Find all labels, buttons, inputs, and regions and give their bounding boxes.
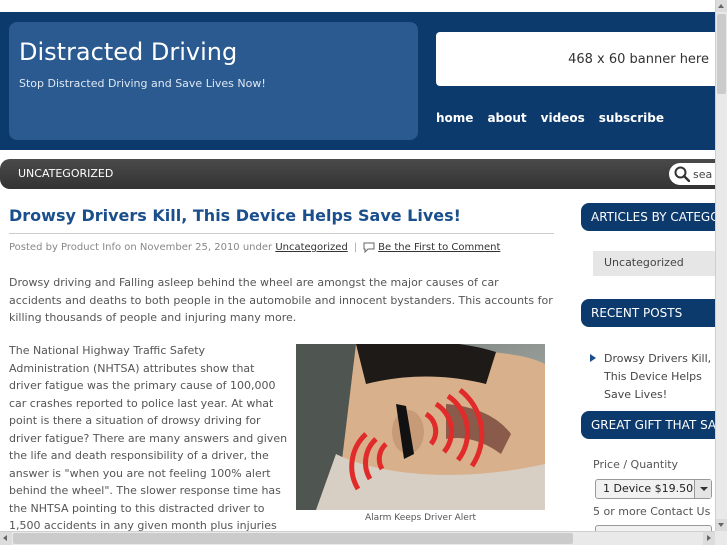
ad-banner[interactable]: 468 x 60 banner here <box>436 32 715 86</box>
scrollbar-corner <box>715 531 727 545</box>
driver-photo-illustration <box>296 344 545 510</box>
vertical-scrollbar[interactable] <box>715 0 727 531</box>
logo-box[interactable]: Distracted Driving Stop Distracted Drivi… <box>9 22 418 140</box>
horizontal-scroll-thumb[interactable] <box>13 533 573 544</box>
scroll-down-arrow-icon[interactable] <box>716 519 727 531</box>
scroll-up-arrow-icon[interactable] <box>716 0 727 12</box>
scroll-right-arrow-icon[interactable] <box>703 532 715 545</box>
image-caption: Alarm Keeps Driver Alert <box>364 513 477 523</box>
vertical-scroll-thumb[interactable] <box>717 14 726 94</box>
site-tagline: Stop Distracted Driving and Save Lives N… <box>19 77 266 90</box>
post-meta: Posted by Product Info on November 25, 2… <box>9 242 500 253</box>
price-selected-value: 1 Device $19.50 <box>603 482 694 495</box>
nav-videos[interactable]: videos <box>541 111 585 125</box>
scroll-left-arrow-icon[interactable] <box>0 532 12 545</box>
title-divider <box>9 233 554 234</box>
price-quantity-select[interactable]: 1 Device $19.50 <box>595 479 712 499</box>
search-icon[interactable] <box>674 166 690 182</box>
chevron-down-icon[interactable] <box>694 480 711 498</box>
price-quantity-label: Price / Quantity <box>593 458 679 471</box>
search-box[interactable] <box>669 163 715 185</box>
contact-label: 5 or more Contact Us <box>593 505 711 518</box>
top-nav: home about videos subscribe <box>436 111 664 125</box>
post-image-driver-yawning[interactable] <box>296 344 545 510</box>
recent-post-link[interactable]: Drowsy Drivers Kill, This Device Helps S… <box>590 350 715 404</box>
banner-text: 468 x 60 banner here <box>568 52 709 67</box>
search-input[interactable] <box>693 166 715 182</box>
bullet-arrow-icon <box>590 354 596 362</box>
post-paragraph-1: Drowsy driving and Falling asleep behind… <box>9 276 553 324</box>
comment-link[interactable]: Be the First to Comment <box>378 242 500 253</box>
category-link-uncategorized[interactable]: UNCATEGORIZED <box>18 167 113 180</box>
category-bar: UNCATEGORIZED <box>0 159 715 189</box>
horizontal-scrollbar[interactable] <box>0 531 715 545</box>
post-category-link[interactable]: Uncategorized <box>275 242 347 253</box>
nav-home[interactable]: home <box>436 111 473 125</box>
post-paragraph-2: The National Highway Traffic Safety Admi… <box>9 344 288 545</box>
sidebar-heading-gift: GREAT GIFT THAT SAVES LIVES <box>581 411 715 439</box>
post-meta-prefix: Posted by Product Info on November 25, 2… <box>9 242 273 253</box>
sidebar-heading-recent-posts: RECENT POSTS <box>581 299 715 327</box>
site-title[interactable]: Distracted Driving <box>19 38 237 66</box>
nav-about[interactable]: about <box>487 111 526 125</box>
recent-post-item[interactable]: Drowsy Drivers Kill, This Device Helps S… <box>590 350 715 404</box>
sidebar-heading-categories: ARTICLES BY CATEGORIES <box>581 203 715 231</box>
meta-separator: | <box>353 242 358 253</box>
header-panel: Distracted Driving Stop Distracted Drivi… <box>0 12 715 150</box>
sidebar-category-uncategorized[interactable]: Uncategorized <box>593 251 715 276</box>
site-header: Distracted Driving Stop Distracted Drivi… <box>0 0 727 152</box>
comment-bubble-icon <box>363 242 375 253</box>
post-title[interactable]: Drowsy Drivers Kill, This Device Helps S… <box>9 206 554 225</box>
nav-subscribe[interactable]: subscribe <box>599 111 664 125</box>
